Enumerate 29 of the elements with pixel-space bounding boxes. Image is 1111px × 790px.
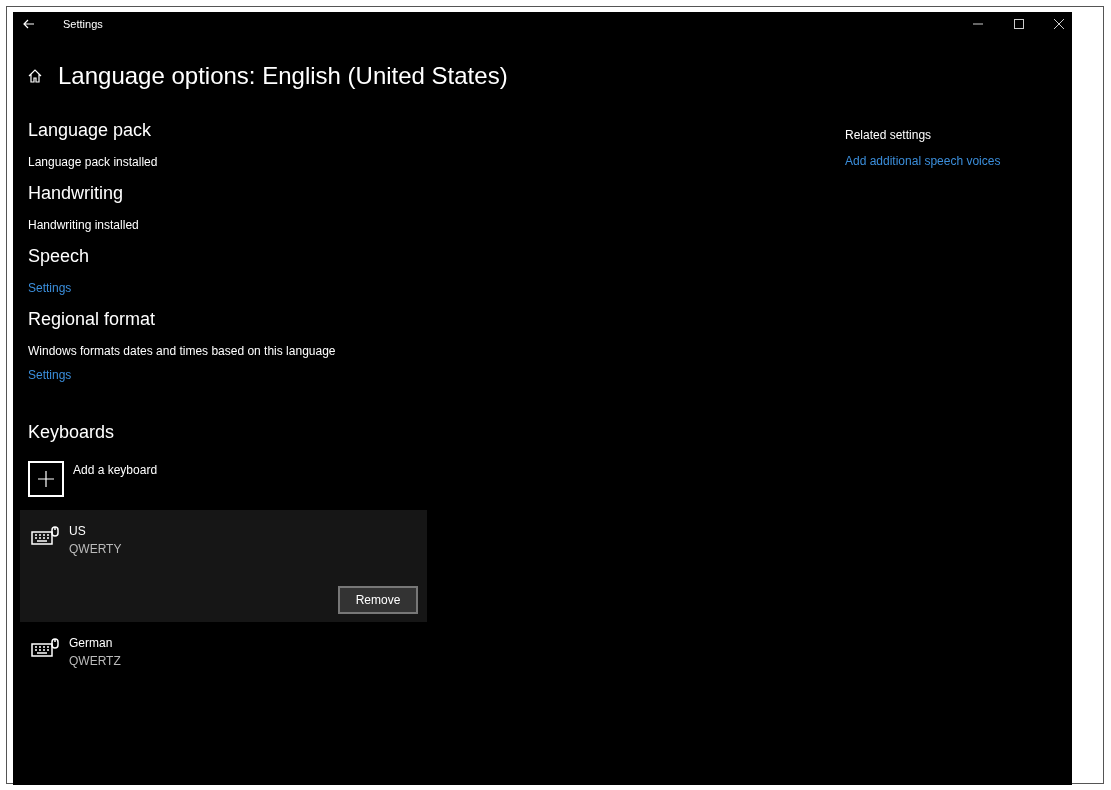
section-heading: Regional format [28,308,157,331]
related-settings-heading: Related settings [845,127,933,144]
status-text: Handwriting installed [28,217,139,232]
keyboard-layout: QWERTY [69,541,122,558]
section-heading: Speech [28,245,91,268]
add-keyboard-button[interactable] [28,461,64,497]
close-icon[interactable] [1054,19,1064,29]
page-title: Language options: English (United States) [58,61,508,91]
keyboard-icon [31,526,59,546]
back-arrow-icon[interactable] [23,19,35,29]
keyboard-item[interactable]: US QWERTY Remove [20,510,427,622]
status-text: Language pack installed [28,154,158,169]
settings-link[interactable]: Settings [28,279,72,295]
settings-link[interactable]: Settings [28,366,72,382]
keyboard-icon [31,638,59,658]
section-heading: Handwriting [28,182,125,205]
status-text: Windows formats dates and times based on this language [28,343,336,358]
keyboard-name: German [69,635,114,652]
section-heading: Keyboards [28,421,116,444]
remove-button[interactable]: Remove [338,586,418,614]
keyboard-name: US [69,523,87,540]
home-icon[interactable] [28,69,42,83]
section-heading: Language pack [28,119,153,142]
maximize-icon[interactable] [1014,19,1024,29]
window-title: Settings [63,16,103,32]
plus-icon [38,471,54,487]
add-keyboard-label[interactable]: Add a keyboard [73,461,158,479]
speech-voices-link[interactable]: Add additional speech voices [845,152,1001,170]
keyboard-layout: QWERTZ [69,653,121,670]
